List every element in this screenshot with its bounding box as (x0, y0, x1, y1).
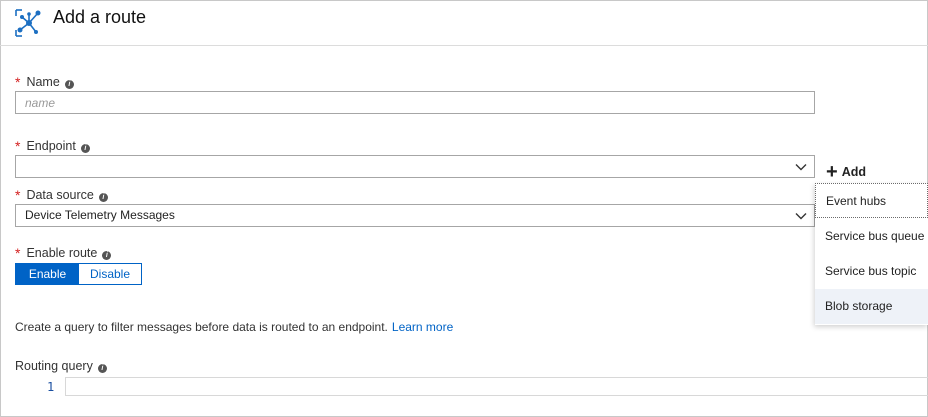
data-source-select[interactable]: Device Telemetry Messages (15, 204, 815, 227)
line-number: 1 (47, 380, 55, 394)
data-source-label: * Data source i (15, 186, 108, 203)
info-icon[interactable]: i (98, 193, 108, 202)
routing-query-editor[interactable]: 1 (15, 377, 928, 417)
required-mark: * (15, 138, 21, 154)
plus-icon: + (826, 161, 838, 183)
menu-item-service-bus-queue[interactable]: Service bus queue (815, 219, 928, 254)
required-mark: * (15, 245, 21, 261)
enable-route-label: * Enable route i (15, 244, 112, 261)
add-endpoint-menu: Event hubs Service bus queue Service bus… (815, 183, 928, 325)
name-label-text: Name (26, 75, 60, 89)
chevron-down-icon (795, 164, 807, 171)
query-help-sentence: Create a query to filter messages before… (15, 320, 388, 334)
required-mark: * (15, 187, 21, 203)
enable-route-toggle: Enable Disable (15, 263, 142, 285)
info-icon[interactable]: i (97, 364, 107, 373)
required-mark: * (15, 74, 21, 90)
menu-item-event-hubs[interactable]: Event hubs (815, 183, 928, 218)
data-source-value: Device Telemetry Messages (25, 208, 175, 222)
enable-button[interactable]: Enable (16, 264, 79, 284)
editor-current-line[interactable] (65, 377, 928, 396)
chevron-down-icon (795, 213, 807, 220)
query-help-text: Create a query to filter messages before… (15, 320, 453, 334)
name-label: * Name i (15, 73, 74, 90)
page-title: Add a route (53, 7, 147, 27)
name-input[interactable] (15, 91, 815, 114)
endpoint-label-text: Endpoint (26, 139, 76, 153)
disable-button[interactable]: Disable (79, 264, 141, 284)
blade-header: Add a route (0, 0, 928, 46)
info-icon[interactable]: i (102, 251, 112, 260)
add-label: Add (841, 165, 866, 179)
info-icon[interactable]: i (80, 144, 90, 153)
info-icon[interactable]: i (64, 80, 74, 89)
data-source-label-text: Data source (26, 188, 94, 202)
route-network-icon (15, 9, 41, 37)
menu-item-blob-storage[interactable]: Blob storage (815, 289, 928, 324)
endpoint-select[interactable] (15, 155, 815, 178)
endpoint-label: * Endpoint i (15, 137, 90, 154)
learn-more-link[interactable]: Learn more (392, 320, 453, 334)
enable-route-label-text: Enable route (26, 246, 98, 260)
menu-item-service-bus-topic[interactable]: Service bus topic (815, 254, 928, 289)
routing-query-label: Routing query i (15, 359, 107, 373)
add-endpoint-button[interactable]: + Add (826, 159, 866, 183)
routing-query-label-text: Routing query (15, 359, 93, 373)
